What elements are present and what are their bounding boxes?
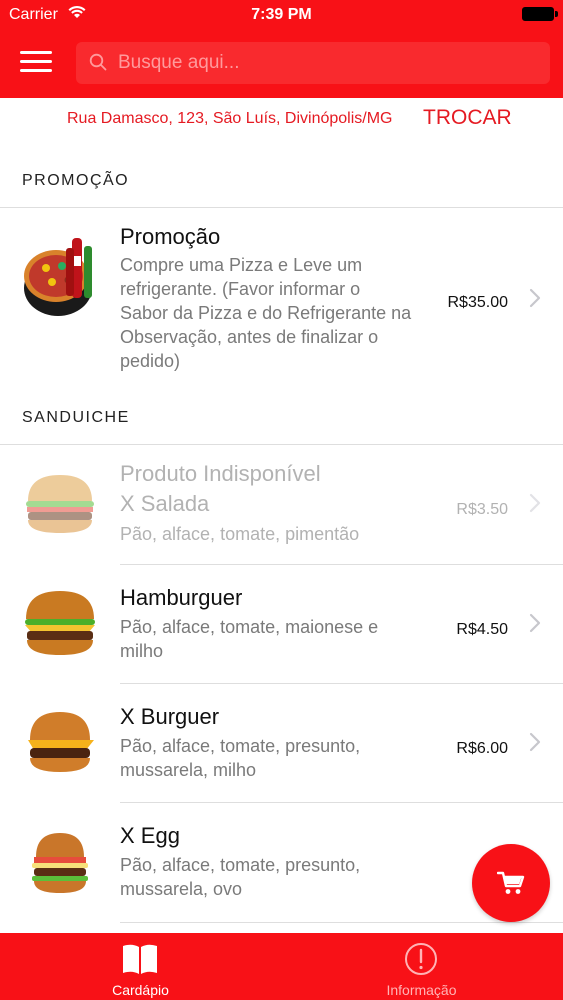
menu-item-x-salada[interactable]: Produto Indisponível X Salada Pão, alfac… — [0, 445, 563, 565]
menu-item-hamburguer[interactable]: Hamburguer Pão, alface, tomate, maionese… — [0, 565, 563, 684]
chevron-right-icon — [529, 613, 541, 633]
item-price: R$3.50 — [456, 501, 508, 518]
item-price: R$35.00 — [447, 294, 509, 311]
burger-image — [25, 591, 95, 655]
search-bar[interactable] — [76, 42, 550, 84]
item-price: R$4.50 — [456, 621, 508, 638]
item-name: Hamburguer — [120, 585, 243, 610]
row-divider — [120, 922, 563, 923]
chevron-right-icon — [529, 732, 541, 752]
hamburger-menu-icon[interactable] — [20, 50, 52, 74]
menu-line — [20, 51, 52, 54]
item-description: Compre uma Pizza e Leve um refrigerante.… — [120, 255, 412, 371]
cart-button[interactable] — [472, 844, 550, 922]
burger-image — [28, 712, 94, 772]
tab-label: Informação — [386, 982, 457, 998]
item-status: Produto Indisponível — [120, 461, 321, 486]
menu-line — [20, 69, 52, 72]
item-name: X Salada — [120, 491, 210, 516]
search-input[interactable] — [118, 42, 538, 84]
status-bar: Carrier 7:39 PM — [0, 0, 563, 30]
item-name: X Burguer — [120, 704, 220, 729]
search-icon — [89, 53, 107, 71]
item-description: Pão, alface, tomate, maionese e milho — [120, 617, 379, 661]
book-icon — [123, 944, 157, 974]
section-header-sanduiche: SANDUICHE — [0, 389, 563, 445]
delivery-address: Rua Damasco, 123, São Luís, Divinópolis/… — [67, 110, 393, 127]
cart-icon — [497, 871, 525, 894]
item-description: Pão, alface, tomate, presunto, mussarela… — [120, 736, 361, 780]
item-price: R$6.00 — [456, 740, 508, 757]
chevron-right-icon — [529, 288, 541, 308]
address-bar: Rua Damasco, 123, São Luís, Divinópolis/… — [0, 98, 563, 150]
section-title: SANDUICHE — [22, 409, 130, 426]
item-description: Pão, alface, tomate, pimentão — [120, 524, 360, 544]
tab-bar: Cardápio Informação — [0, 933, 563, 1000]
section-title: PROMOÇÃO — [22, 172, 130, 189]
burger-image — [26, 475, 94, 533]
tab-cardapio[interactable]: Cardápio — [0, 933, 281, 1000]
burger-image — [32, 833, 88, 893]
pizza-combo-image — [24, 238, 92, 316]
menu-item-promocao[interactable]: Promoção Compre uma Pizza e Leve um refr… — [0, 208, 563, 390]
tab-label: Cardápio — [112, 982, 169, 998]
chevron-right-icon — [529, 493, 541, 513]
section-header-promocao: PROMOÇÃO — [0, 152, 563, 208]
item-name: X Egg — [120, 823, 180, 848]
app-header: Carrier 7:39 PM — [0, 0, 563, 98]
status-time: 7:39 PM — [251, 6, 312, 23]
exclamation-circle-icon — [405, 943, 437, 975]
item-name: Promoção — [120, 224, 221, 249]
menu-item-x-burguer[interactable]: X Burguer Pão, alface, tomate, presunto,… — [0, 684, 563, 803]
item-description: Pão, alface, tomate, presunto, mussarela… — [120, 855, 361, 899]
battery-icon — [522, 7, 558, 21]
menu-line — [20, 60, 52, 63]
change-address-button[interactable]: TROCAR — [423, 105, 512, 131]
tab-informacao[interactable]: Informação — [281, 933, 562, 1000]
